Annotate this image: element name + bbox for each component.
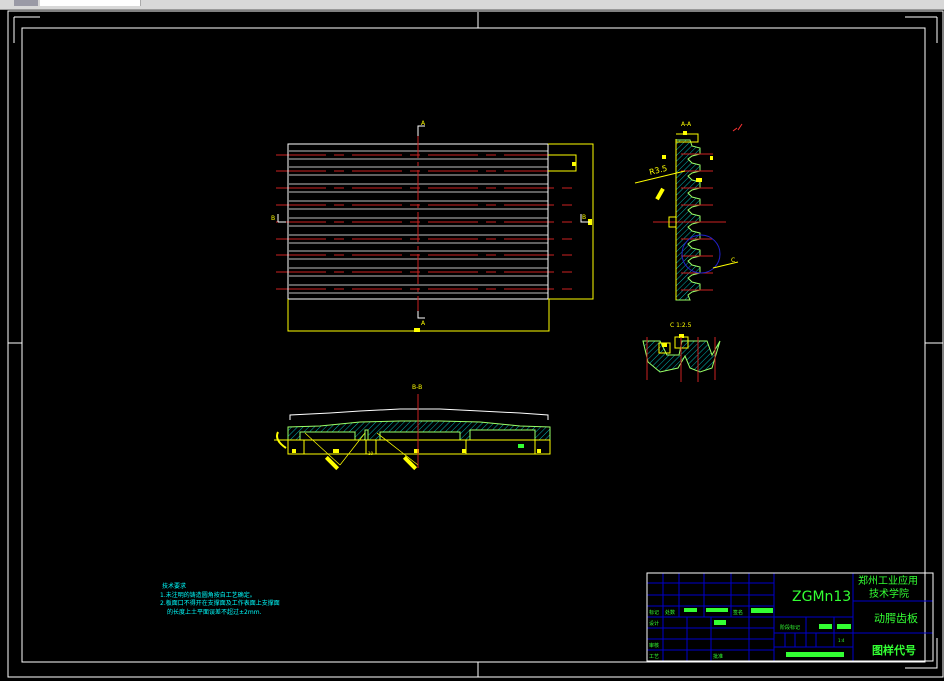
dim-marker — [572, 162, 576, 166]
dimension-boxes — [287, 143, 594, 332]
section-a-a-view[interactable]: A-A C R3.5 — [634, 121, 743, 301]
tb-material: ZGMn13 — [792, 589, 851, 605]
section-b-b-title: B-B — [412, 384, 422, 391]
note-line-1: 1.未注明的铸造圆角按自工艺确定。 — [160, 591, 256, 599]
section-mark-b-right: B — [582, 214, 586, 221]
note-line-2: 2.板面口不得开在支撑面及工作表面上支撑面 — [160, 599, 280, 607]
radius-label: R3.5 — [648, 164, 668, 177]
drawing-frame — [7, 10, 944, 678]
bb-dim-label: 10 — [368, 451, 374, 456]
tb-part-name: 动腭齿板 — [874, 611, 918, 625]
section-mark-a-top: A — [421, 120, 426, 127]
tb-drawing-code: 图样代号 — [872, 643, 916, 657]
tooth-profile — [675, 139, 701, 301]
dim-marker — [414, 328, 420, 332]
detail-c-title: C 1:2.5 — [670, 322, 692, 329]
note-line-3: 的长度上土平面误差不超过±2mm. — [167, 608, 262, 616]
tb-scale: 1:4 — [838, 638, 845, 643]
technical-notes: 技术要求 1.未注明的铸造圆角按自工艺确定。 2.板面口不得开在支撑面及工作表面… — [160, 582, 280, 616]
tb-school-line2: 技术学院 — [869, 587, 909, 600]
tb-label-count: 处数 — [665, 609, 675, 616]
plate-grooves — [276, 150, 574, 294]
section-b-b-view[interactable]: B-B 10 — [274, 384, 551, 471]
section-mark-b-left: B — [271, 215, 275, 222]
tb-label-stage: 阶段标记 — [780, 624, 800, 631]
detail-c-mark: C — [731, 257, 735, 264]
notes-title: 技术要求 — [162, 582, 186, 590]
tb-label-process: 工艺 — [649, 654, 659, 660]
plan-view[interactable]: A A B B — [271, 120, 594, 332]
section-a-a-title: A-A — [681, 121, 692, 128]
tb-label-sign: 签名 — [733, 609, 743, 616]
section-mark-a-bottom: A — [421, 320, 426, 327]
tb-label-mark: 标记 — [649, 609, 659, 616]
tb-label-design: 设计 — [649, 620, 659, 627]
title-block[interactable]: 标记 处数 签名 设计 审核 工艺 批准 阶段标记 1:4 ZGMn13 郑州工… — [646, 572, 934, 662]
detail-c-view[interactable]: C 1:2.5 — [642, 322, 721, 382]
tb-label-review: 审核 — [649, 642, 659, 649]
tb-label-approve: 批准 — [713, 653, 723, 660]
cad-drawing-canvas[interactable]: A A B B A-A C R3.5 C 1:2.5 B-B 10 技术要求 1… — [0, 0, 944, 681]
tb-school-line1: 郑州工业应用 — [858, 574, 918, 587]
